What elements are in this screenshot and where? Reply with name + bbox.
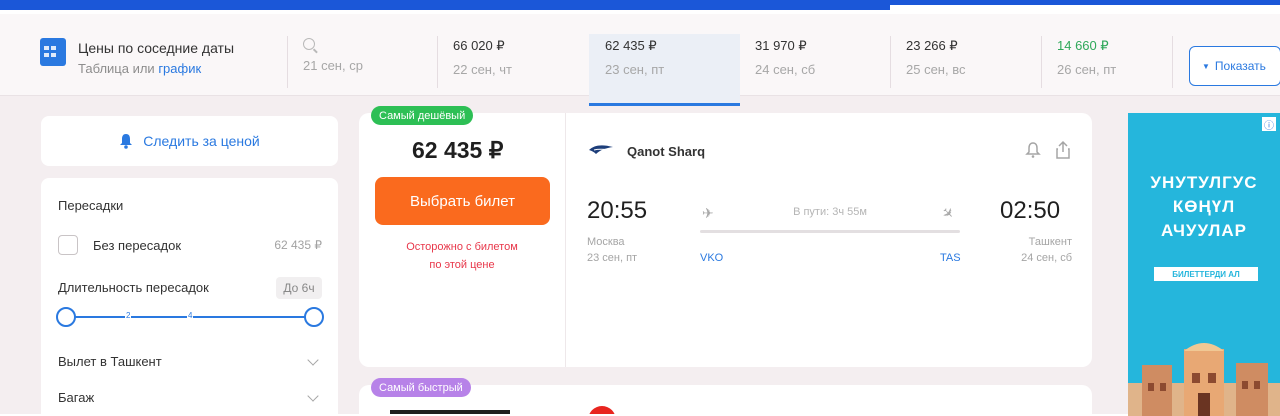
subtitle-prefix: Таблица или [78, 61, 159, 76]
baggage-filter-label: Багаж [58, 390, 95, 405]
arrival-airport-code: TAS [940, 252, 961, 264]
slider-handle-min[interactable] [56, 307, 76, 327]
subscribe-label: Следить за ценой [143, 133, 260, 149]
ticket-price: 62 435 ₽ [412, 137, 504, 163]
chart-link[interactable]: график [158, 61, 201, 76]
divider [1041, 36, 1042, 88]
ticket-divider [565, 113, 566, 367]
divider [1172, 36, 1173, 88]
date-cell[interactable]: 66 020 ₽ 22 сен, чт [453, 36, 512, 88]
date-label: 24 сен, сб [755, 62, 816, 77]
flight-duration: В пути: 3ч 55м [793, 206, 867, 218]
airline-name: Qanot Sharq [627, 144, 706, 159]
date-label: 26 сен, пт [1057, 62, 1117, 77]
no-transfers-label: Без пересадок [93, 238, 182, 253]
show-button-label: Показать [1214, 59, 1266, 73]
duration-pill: До 6ч [276, 277, 322, 299]
fastest-badge: Самый быстрый [371, 378, 471, 397]
price-warning: Осторожно с билетом по этой цене [376, 238, 548, 274]
date-cell[interactable]: 14 660 ₽ 26 сен, пт [1057, 36, 1116, 88]
ad-line: УНУТУЛГУС [1150, 173, 1258, 192]
slider-handle-max[interactable] [304, 307, 324, 327]
date-cell-active[interactable]: 62 435 ₽ 23 сен, пт [605, 36, 664, 88]
date-cell[interactable]: 31 970 ₽ 24 сен, сб [755, 36, 815, 88]
select-ticket-button[interactable]: Выбрать билет [375, 177, 550, 225]
chevron-down-icon: ▼ [1202, 61, 1210, 71]
chevron-down-icon [307, 353, 319, 366]
ad-headline: УНУТУЛГУС КӨҢҮЛ АЧУУЛАР [1128, 171, 1280, 243]
subscribe-price-button[interactable]: Следить за ценой [41, 116, 338, 166]
divider [437, 36, 438, 88]
ad-building-illustration [1128, 343, 1280, 416]
baggage-filter[interactable]: Багаж [58, 389, 321, 405]
departure-airport-code: VKO [700, 252, 724, 264]
bell-icon[interactable] [1023, 140, 1043, 160]
date-cell[interactable]: 23 266 ₽ 25 сен, вс [906, 36, 965, 88]
route-line [700, 230, 960, 233]
date-price: 14 660 ₽ [1057, 38, 1109, 53]
date-price: 23 266 ₽ [906, 38, 958, 53]
cheapest-badge: Самый дешёвый [371, 106, 474, 125]
date-price: 31 970 ₽ [755, 38, 807, 53]
date-label: 22 сен, чт [453, 62, 512, 77]
ad-info-icon[interactable]: ⓘ [1262, 117, 1276, 132]
date-price: 66 020 ₽ [453, 38, 505, 53]
ad-banner[interactable]: ⓘ УНУТУЛГУС КӨҢҮЛ АЧУУЛАР БИЛЕТТЕРДИ АЛ [1128, 113, 1280, 416]
no-transfers-checkbox[interactable] [58, 235, 78, 255]
show-button[interactable]: ▼ Показать [1189, 46, 1280, 86]
date-label: 23 сен, пт [605, 62, 665, 77]
departure-time-filter[interactable]: Вылет в Ташкент [58, 353, 321, 369]
slider-tick: 2 [125, 311, 132, 320]
date-price: 62 435 ₽ [605, 38, 657, 53]
ad-cta-button[interactable]: БИЛЕТТЕРДИ АЛ [1154, 267, 1258, 281]
divider [890, 36, 891, 88]
duration-label: Длительность пересадок [58, 280, 209, 295]
calendar-icon [40, 38, 66, 66]
price-calendar-header: Цены по соседние даты Таблица или график [40, 38, 234, 76]
arrival-date: 24 сен, сб [1021, 252, 1072, 264]
slider-tick: 4 [187, 311, 194, 320]
warning-line: Осторожно с билетом [406, 241, 518, 253]
arrival-city: Ташкент [1028, 236, 1072, 248]
top-bar-accent-thin [890, 0, 1280, 5]
no-transfers-price: 62 435 ₽ [274, 238, 322, 252]
ad-line: КӨҢҮЛ [1172, 197, 1236, 216]
bell-icon [120, 134, 133, 149]
price-calendar-title: Цены по соседние даты [78, 40, 235, 56]
departure-time: 20:55 [587, 197, 648, 224]
transfers-title: Пересадки [58, 198, 124, 213]
share-icon[interactable] [1053, 140, 1073, 160]
chevron-down-icon [307, 389, 319, 402]
arrival-time: 02:50 [1000, 197, 1061, 224]
date-label: 25 сен, вс [906, 62, 966, 77]
date-cell-search[interactable]: 21 сен, ср [303, 36, 363, 88]
date-label: 21 сен, ср [303, 58, 363, 73]
search-icon [303, 38, 315, 50]
ad-line: АЧУУЛАР [1161, 221, 1247, 240]
departure-filter-label: Вылет в Ташкент [58, 354, 162, 369]
departure-city: Москва [587, 236, 625, 248]
active-date-underline [589, 103, 740, 106]
warning-line: по этой цене [429, 259, 495, 271]
airline-logo-icon [589, 145, 613, 154]
filters-panel: Пересадки Без пересадок 62 435 ₽ Длитель… [41, 178, 338, 416]
price-calendar-subtitle: Таблица или график [78, 61, 234, 76]
price-calendar-strip: Цены по соседние даты Таблица или график… [0, 14, 1280, 106]
top-bar-accent [0, 0, 890, 10]
divider [287, 36, 288, 88]
departure-date: 23 сен, пт [587, 252, 638, 264]
top-bar [0, 0, 1280, 14]
